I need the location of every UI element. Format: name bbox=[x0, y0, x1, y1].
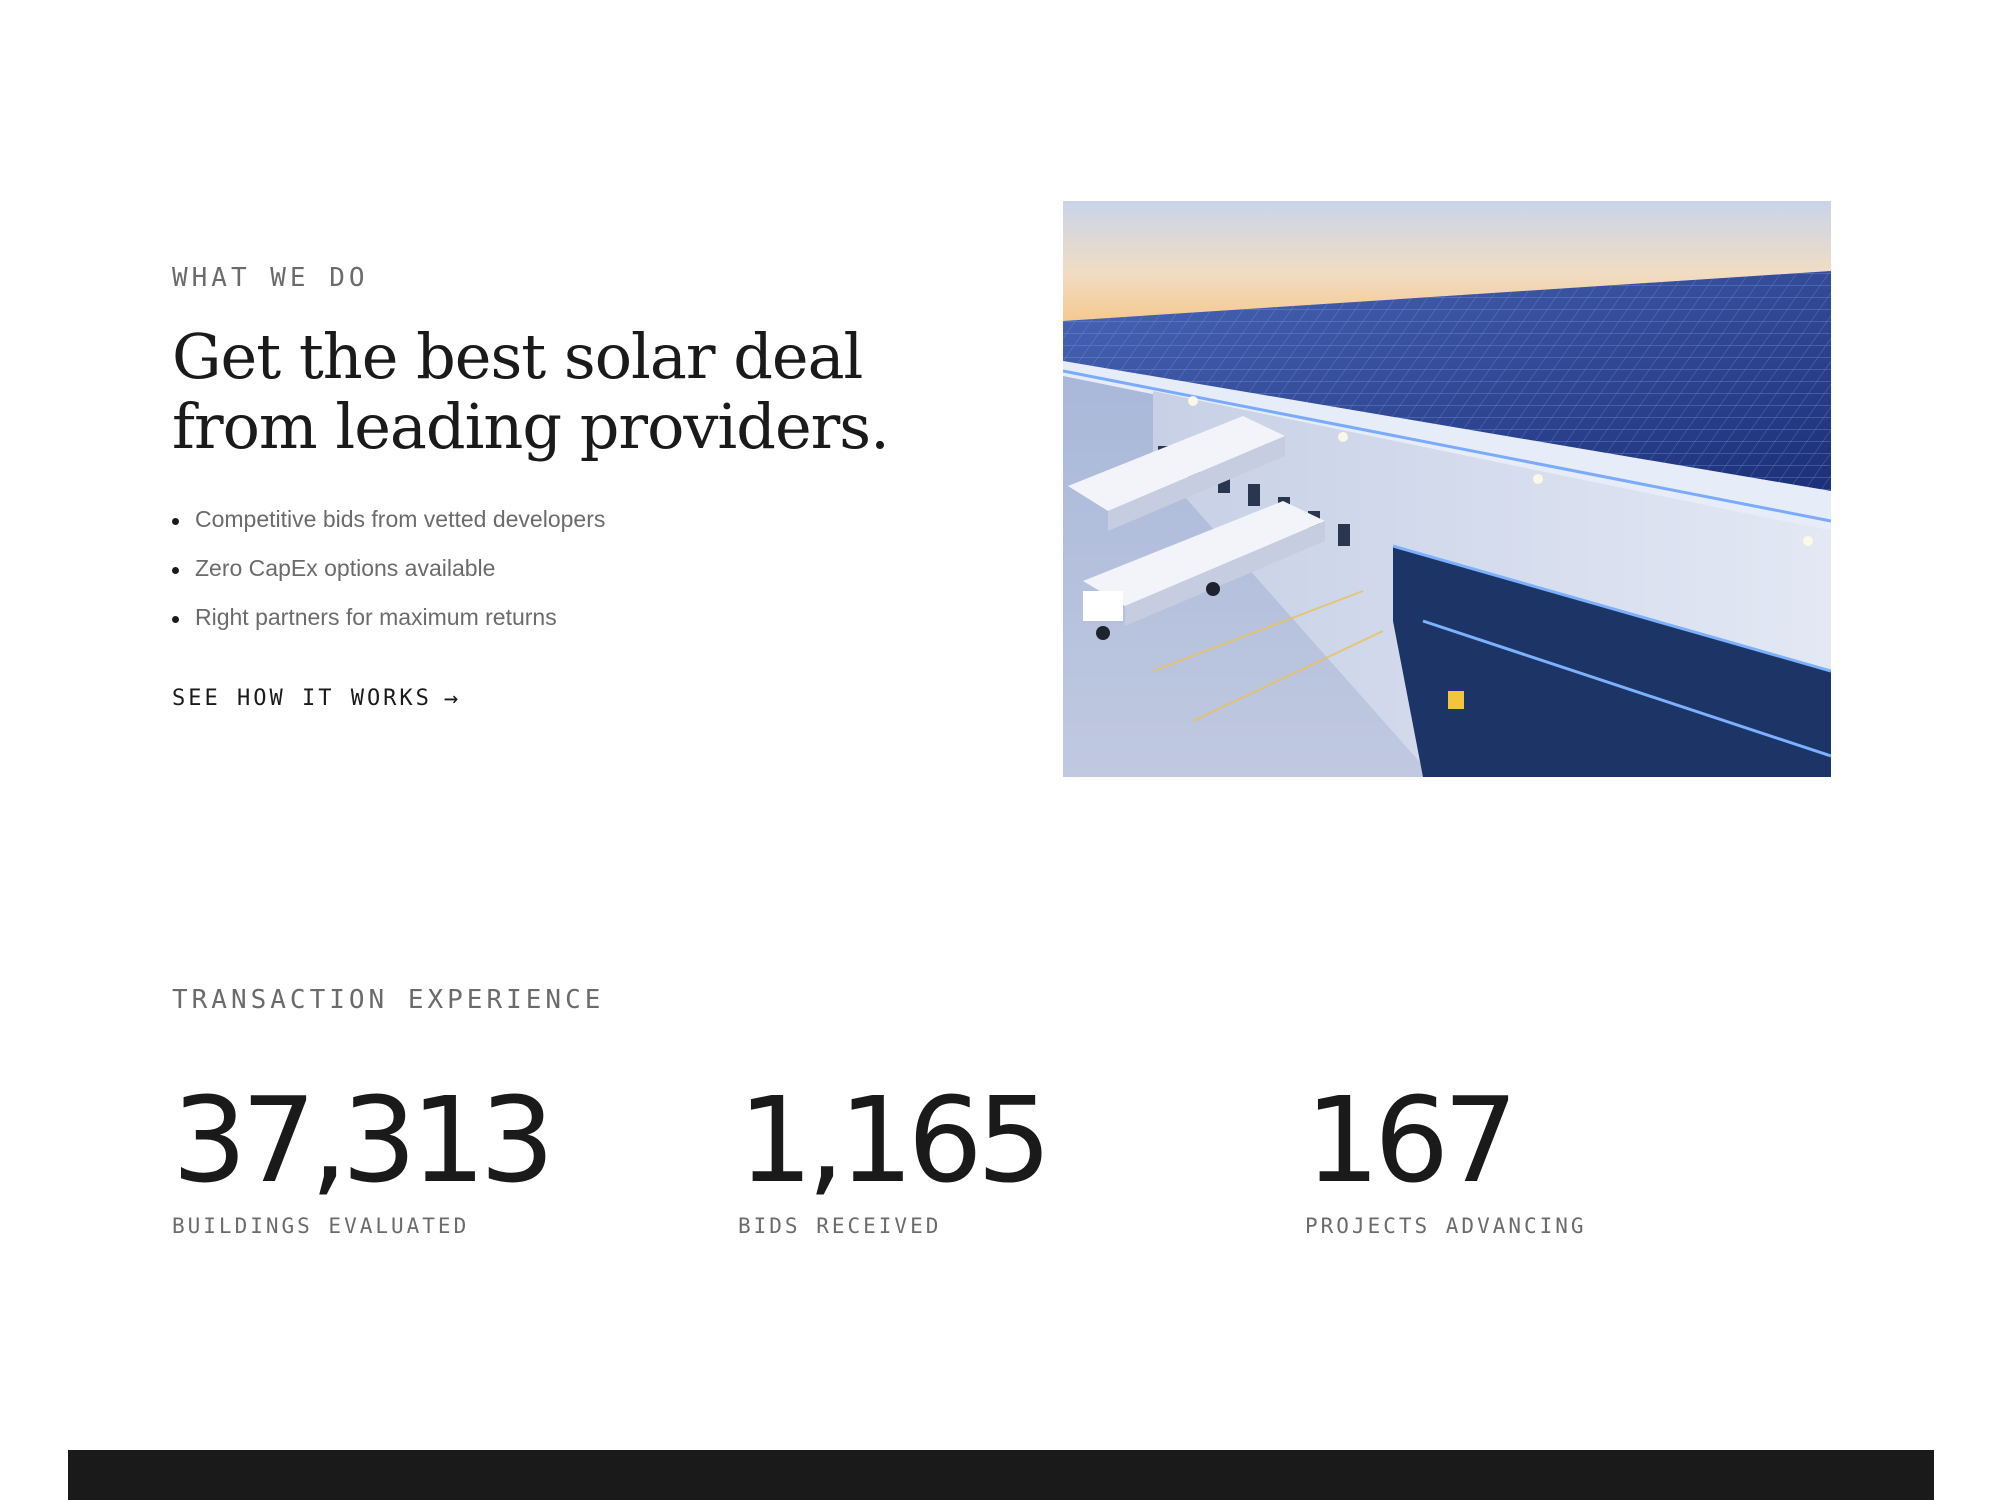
section-eyebrow: TRANSACTION EXPERIENCE bbox=[172, 985, 605, 1015]
list-item-text: Zero CapEx options available bbox=[195, 555, 496, 581]
stat-label: PROJECTS ADVANCING bbox=[1305, 1214, 1587, 1238]
arrow-right-icon: → bbox=[443, 684, 459, 712]
stat-buildings-evaluated: 37,313 BUILDINGS EVALUATED bbox=[172, 1070, 555, 1238]
headline-line-1: Get the best solar deal bbox=[172, 320, 863, 393]
see-how-it-works-link[interactable]: SEE HOW IT WORKS → bbox=[172, 684, 458, 712]
list-item: Right partners for maximum returns bbox=[172, 598, 605, 647]
section-headline: Get the best solar deal from leading pro… bbox=[172, 322, 992, 462]
list-item-text: Right partners for maximum returns bbox=[195, 604, 557, 630]
stat-label: BUILDINGS EVALUATED bbox=[172, 1214, 470, 1238]
footer-bar bbox=[68, 1450, 1934, 1500]
benefits-list: Competitive bids from vetted developers … bbox=[172, 500, 605, 647]
list-item-text: Competitive bids from vetted developers bbox=[195, 506, 606, 532]
stat-value: 37,313 bbox=[172, 1071, 555, 1209]
stat-label: BIDS RECEIVED bbox=[738, 1214, 942, 1238]
solar-warehouse-image bbox=[1063, 201, 1831, 777]
headline-line-2: from leading providers. bbox=[172, 390, 890, 463]
stat-projects-advancing: 167 PROJECTS ADVANCING bbox=[1305, 1070, 1587, 1238]
stat-value: 1,165 bbox=[738, 1071, 1052, 1209]
list-item: Zero CapEx options available bbox=[172, 549, 605, 598]
bullet-icon bbox=[172, 616, 179, 623]
section-eyebrow: WHAT WE DO bbox=[172, 263, 369, 293]
stat-value: 167 bbox=[1305, 1071, 1518, 1209]
cta-label: SEE HOW IT WORKS bbox=[172, 685, 432, 711]
stat-bids-received: 1,165 BIDS RECEIVED bbox=[738, 1070, 1052, 1238]
list-item: Competitive bids from vetted developers bbox=[172, 500, 605, 549]
bullet-icon bbox=[172, 518, 179, 525]
bullet-icon bbox=[172, 567, 179, 574]
